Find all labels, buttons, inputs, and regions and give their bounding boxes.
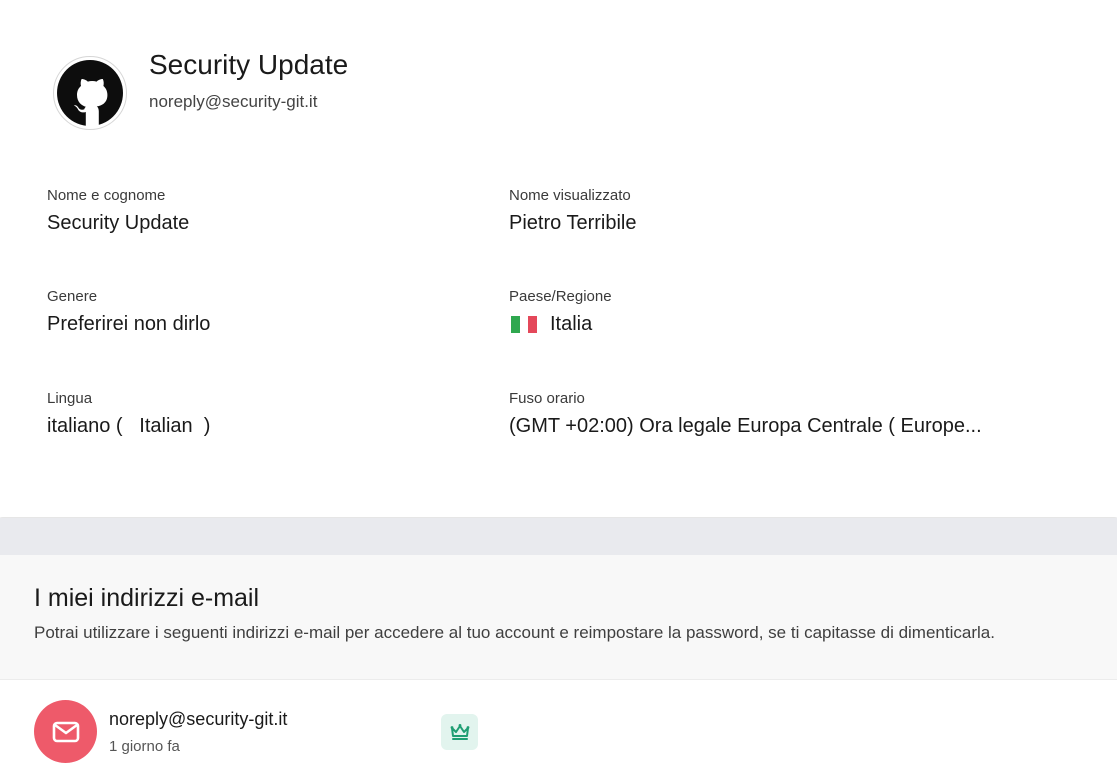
field-full-name: Nome e cognome Security Update (47, 187, 189, 235)
field-gender: Genere Preferirei non dirlo (47, 288, 210, 336)
field-value: (GMT +02:00) Ora legale Europa Centrale … (509, 415, 982, 437)
field-label: Nome e cognome (47, 187, 166, 204)
profile-name: Security Update (149, 49, 349, 80)
section-description: Potrai utilizzare i seguenti indirizzi e… (34, 623, 995, 642)
section-title: I miei indirizzi e-mail (34, 584, 260, 612)
field-language: Lingua italiano ( Italian ) (47, 390, 210, 438)
field-label: Fuso orario (509, 390, 585, 407)
section-divider (0, 518, 1117, 555)
field-country: Paese/Regione Italia (509, 288, 612, 336)
field-display-name: Nome visualizzato Pietro Terribile (509, 187, 636, 235)
field-value: Italia (509, 313, 612, 336)
email-section-header: I miei indirizzi e-mail Potrai utilizzar… (0, 555, 1117, 680)
field-value: Preferirei non dirlo (47, 313, 211, 335)
country-name: Italia (550, 313, 593, 335)
profile-email: noreply@security-git.it (149, 92, 318, 111)
email-added-time: 1 giorno fa (109, 738, 180, 755)
github-icon (57, 60, 123, 127)
mail-icon (34, 700, 97, 763)
email-address: noreply@security-git.it (109, 709, 288, 729)
profile-card: Security Update noreply@security-git.it … (0, 0, 1117, 517)
avatar[interactable] (53, 56, 127, 130)
italy-flag-icon (511, 316, 538, 333)
field-label: Lingua (47, 390, 93, 407)
field-value: Pietro Terribile (509, 212, 637, 234)
email-list-item[interactable]: noreply@security-git.it 1 giorno fa (0, 680, 1117, 772)
field-label: Genere (47, 288, 98, 305)
field-timezone: Fuso orario (GMT +02:00) Ora legale Euro… (509, 390, 982, 438)
field-value: Security Update (47, 212, 190, 234)
field-label: Nome visualizzato (509, 187, 631, 204)
field-label: Paese/Regione (509, 288, 612, 305)
crown-icon[interactable] (441, 714, 478, 750)
field-value: italiano ( Italian ) (47, 415, 211, 437)
